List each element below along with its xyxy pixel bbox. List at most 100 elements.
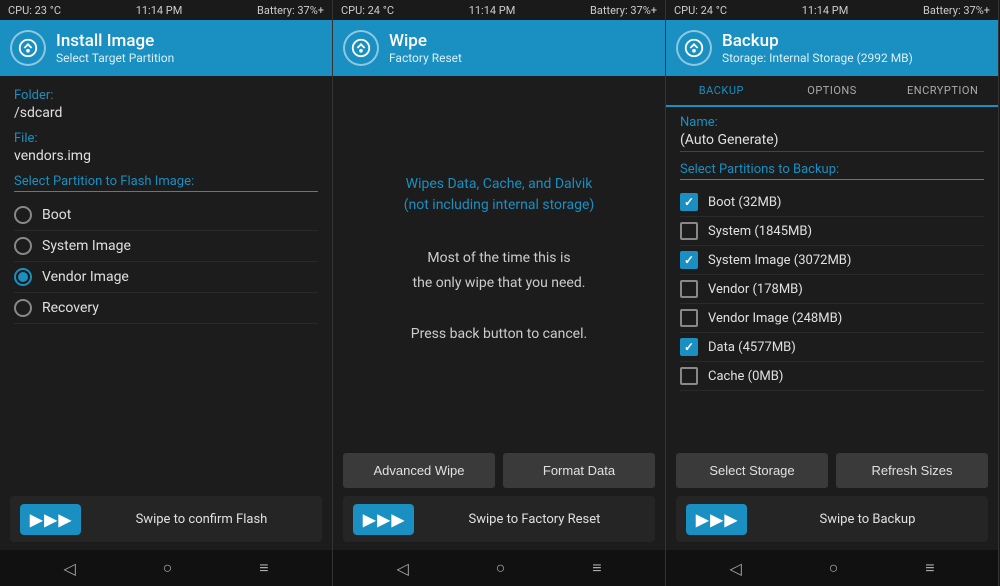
checkbox-vendor[interactable]: Vendor (178MB)	[680, 275, 984, 304]
checkbox-cache-label: Cache (0MB)	[708, 369, 783, 384]
arrow3-2: ▶	[392, 510, 404, 529]
title-bar-2: Wipe Factory Reset	[333, 20, 665, 76]
home-btn-2[interactable]: ○	[486, 554, 516, 582]
battery-2: Battery: 37%+	[590, 4, 657, 17]
arrow2: ▶	[44, 510, 56, 529]
status-bar-1: CPU: 23 °C 11:14 PM Battery: 37%+	[0, 0, 332, 20]
title-text-2: Wipe Factory Reset	[389, 31, 462, 65]
partition-section-label: Select Partition to Flash Image:	[14, 174, 318, 192]
checkbox-vendor-label: Vendor (178MB)	[708, 282, 803, 297]
time-2: 11:14 PM	[469, 4, 516, 17]
checkbox-boot-box	[680, 193, 698, 211]
checkbox-system-image-box	[680, 251, 698, 269]
radio-label-boot: Boot	[42, 207, 71, 223]
name-label: Name:	[680, 115, 984, 130]
panel-backup: CPU: 24 °C 11:14 PM Battery: 37%+ Backup…	[666, 0, 999, 586]
main-title-1: Install Image	[56, 31, 174, 51]
arrow1: ▶	[30, 510, 42, 529]
partitions-backup-label: Select Partitions to Backup:	[680, 162, 984, 180]
radio-vendor-image[interactable]: Vendor Image	[14, 262, 318, 293]
radio-boot[interactable]: Boot	[14, 200, 318, 231]
checkbox-system-image-label: System Image (3072MB)	[708, 253, 851, 268]
refresh-sizes-button[interactable]: Refresh Sizes	[836, 453, 988, 488]
app-logo-3	[676, 30, 712, 66]
home-btn-1[interactable]: ○	[153, 554, 183, 582]
checkbox-system-box	[680, 222, 698, 240]
tab-encryption[interactable]: ENCRYPTION	[887, 76, 998, 105]
swipe-flash-bar[interactable]: ▶ ▶ ▶ Swipe to confirm Flash	[10, 496, 322, 542]
wipe-btn-row: Advanced Wipe Format Data	[343, 453, 655, 488]
menu-btn-1[interactable]: ≡	[249, 554, 278, 582]
panel2-bottom: Advanced Wipe Format Data ▶ ▶ ▶ Swipe to…	[333, 445, 665, 550]
wipe-main: Most of the time this is the only wipe t…	[411, 246, 587, 347]
checkbox-data-label: Data (4577MB)	[708, 340, 796, 355]
panel1-content: Folder: /sdcard File: vendors.img Select…	[0, 76, 332, 488]
radio-recovery[interactable]: Recovery	[14, 293, 318, 324]
title-text-3: Backup Storage: Internal Storage (2992 M…	[722, 31, 913, 65]
wipe-center-content: Wipes Data, Cache, and Dalvik (not inclu…	[333, 76, 665, 445]
checkbox-system-label: System (1845MB)	[708, 224, 812, 239]
radio-circle-system	[14, 237, 32, 255]
nav-bar-3: ◁ ○ ≡	[666, 550, 998, 586]
app-logo-1	[10, 30, 46, 66]
panel3-bottom: Select Storage Refresh Sizes ▶ ▶ ▶ Swipe…	[666, 445, 998, 550]
checkbox-system-image[interactable]: System Image (3072MB)	[680, 246, 984, 275]
checkbox-vendor-box	[680, 280, 698, 298]
swipe-backup-label: Swipe to Backup	[757, 512, 978, 527]
wipe-main-line2: the only wipe that you need.	[413, 275, 586, 291]
status-bar-3: CPU: 24 °C 11:14 PM Battery: 37%+	[666, 0, 998, 20]
swipe-reset-label: Swipe to Factory Reset	[424, 512, 645, 527]
select-storage-button[interactable]: Select Storage	[676, 453, 828, 488]
arrow2-3: ▶	[710, 510, 722, 529]
checkbox-cache[interactable]: Cache (0MB)	[680, 362, 984, 391]
radio-system-image[interactable]: System Image	[14, 231, 318, 262]
checkbox-system[interactable]: System (1845MB)	[680, 217, 984, 246]
swipe-arrows-2: ▶ ▶ ▶	[353, 504, 414, 535]
radio-circle-vendor	[14, 268, 32, 286]
format-data-button[interactable]: Format Data	[503, 453, 655, 488]
tab-backup[interactable]: BACKUP	[666, 76, 777, 107]
checkbox-boot-label: Boot (32MB)	[708, 195, 781, 210]
radio-label-system: System Image	[42, 238, 131, 254]
main-title-3: Backup	[722, 31, 913, 51]
title-text-1: Install Image Select Target Partition	[56, 31, 174, 65]
panel-install-image: CPU: 23 °C 11:14 PM Battery: 37%+ Instal…	[0, 0, 333, 586]
checkbox-vendor-image[interactable]: Vendor Image (248MB)	[680, 304, 984, 333]
title-bar-3: Backup Storage: Internal Storage (2992 M…	[666, 20, 998, 76]
menu-btn-2[interactable]: ≡	[582, 554, 611, 582]
name-value[interactable]: (Auto Generate)	[680, 132, 984, 152]
checkbox-boot[interactable]: Boot (32MB)	[680, 188, 984, 217]
advanced-wipe-button[interactable]: Advanced Wipe	[343, 453, 495, 488]
checkbox-data[interactable]: Data (4577MB)	[680, 333, 984, 362]
back-btn-2[interactable]: ◁	[386, 555, 418, 582]
subtitle-3: Storage: Internal Storage (2992 MB)	[722, 51, 913, 65]
battery-3: Battery: 37%+	[923, 4, 990, 17]
time-3: 11:14 PM	[802, 4, 849, 17]
time-1: 11:14 PM	[136, 4, 183, 17]
swipe-backup-bar[interactable]: ▶ ▶ ▶ Swipe to Backup	[676, 496, 988, 542]
app-logo-2	[343, 30, 379, 66]
back-btn-1[interactable]: ◁	[53, 555, 85, 582]
arrow1-3: ▶	[696, 510, 708, 529]
backup-name-section: Name: (Auto Generate)	[680, 115, 984, 152]
folder-value: /sdcard	[14, 105, 318, 121]
cpu-temp-3: CPU: 24 °C	[674, 4, 727, 17]
radio-circle-recovery	[14, 299, 32, 317]
subtitle-2: Factory Reset	[389, 51, 462, 65]
backup-tabs: BACKUP OPTIONS ENCRYPTION	[666, 76, 998, 107]
status-bar-2: CPU: 24 °C 11:14 PM Battery: 37%+	[333, 0, 665, 20]
main-title-2: Wipe	[389, 31, 462, 51]
swipe-reset-bar[interactable]: ▶ ▶ ▶ Swipe to Factory Reset	[343, 496, 655, 542]
swipe-arrows-1: ▶ ▶ ▶	[20, 504, 81, 535]
arrow1-2: ▶	[363, 510, 375, 529]
back-btn-3[interactable]: ◁	[719, 555, 751, 582]
home-btn-3[interactable]: ○	[819, 554, 849, 582]
tab-options[interactable]: OPTIONS	[777, 76, 888, 105]
cpu-temp-1: CPU: 23 °C	[8, 4, 61, 17]
radio-label-recovery: Recovery	[42, 300, 99, 316]
wipe-info-line1: Wipes Data, Cache, and Dalvik (not inclu…	[404, 176, 595, 213]
cpu-temp-2: CPU: 24 °C	[341, 4, 394, 17]
checkbox-cache-box	[680, 367, 698, 385]
panel3-content: Name: (Auto Generate) Select Partitions …	[666, 107, 998, 445]
menu-btn-3[interactable]: ≡	[915, 554, 944, 582]
